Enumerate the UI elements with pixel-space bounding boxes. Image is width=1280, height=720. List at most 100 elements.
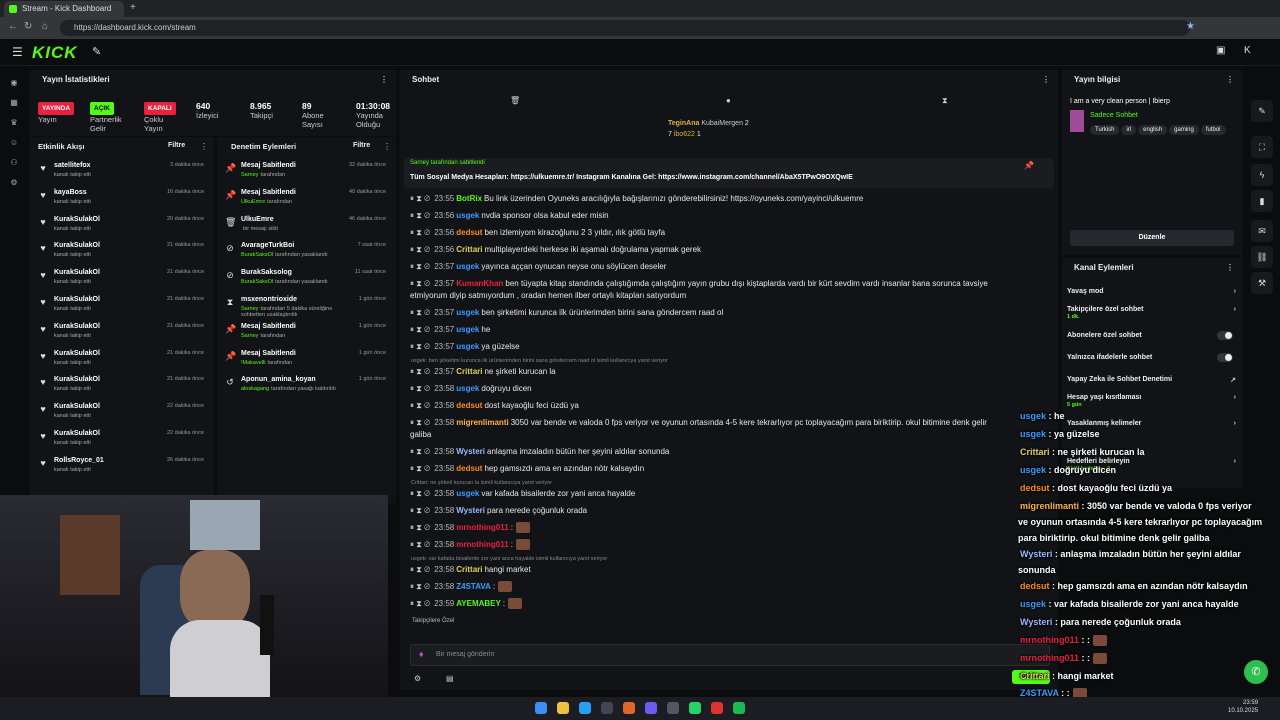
pin-icon[interactable]: 📌 (1024, 161, 1034, 170)
settings-link-icon[interactable]: ⚙ (414, 674, 421, 683)
activity-user[interactable]: KurakSulakOl (54, 350, 100, 357)
moderation-target[interactable]: Mesaj Sabitlendi (241, 323, 296, 330)
users-icon[interactable]: ☺ (9, 138, 19, 148)
activity-user[interactable]: RollsRoyce_01 (54, 457, 104, 464)
message-user[interactable]: dedsut (456, 464, 482, 473)
moderation-target[interactable]: msxenontrioxide (241, 296, 297, 303)
chat-bubble-icon[interactable]: ● (726, 96, 731, 105)
activity-user[interactable]: KurakSulakOl (54, 403, 100, 410)
spotify-icon[interactable] (733, 702, 745, 714)
whatsapp-icon[interactable] (689, 702, 701, 714)
message-user[interactable]: Wysteri (456, 506, 485, 515)
message-actions-icon[interactable]: ⏸ ⧗ ⊘ (410, 279, 430, 288)
moderation-target[interactable]: Mesaj Sabitlendi (241, 162, 296, 169)
activity-item[interactable]: ♥ KurakSulakOl kanalı takip etti 21 dakika … (30, 373, 214, 400)
message-user[interactable]: Crittari (456, 245, 482, 254)
message-user[interactable]: dedsut (456, 401, 482, 410)
message-actions-icon[interactable]: ⏸ ⧗ ⊘ (410, 489, 430, 498)
message-user[interactable]: usgek (456, 262, 479, 271)
chat-menu-icon[interactable]: ⋮ (1042, 70, 1050, 90)
message-actions-icon[interactable]: ⏸ ⧗ ⊘ (410, 565, 430, 574)
moderation-actor[interactable]: aloskagang (241, 386, 269, 392)
moderation-actor[interactable]: !Makavelli (241, 360, 265, 366)
info-menu-icon[interactable]: ⋮ (1226, 70, 1234, 90)
kick-icon[interactable]: K (1244, 45, 1251, 56)
wrench-icon[interactable]: ⚒ (1251, 272, 1273, 294)
moderation-target[interactable]: Mesaj Sabitlendi (241, 189, 296, 196)
moderation-target[interactable]: AvarageTurkBoi (241, 242, 294, 249)
message-actions-icon[interactable]: ⏸ ⧗ ⊘ (410, 211, 430, 220)
moderation-menu-icon[interactable]: ⋮ (383, 142, 391, 151)
activity-user[interactable]: KurakSulakOl (54, 376, 100, 383)
community-icon[interactable]: ⚇ (9, 158, 19, 168)
clip-icon[interactable]: ▮ (1251, 190, 1273, 212)
activity-user[interactable]: KurakSulakOl (54, 269, 100, 276)
emote-icon[interactable]: ♦ (419, 649, 424, 659)
new-tab-icon[interactable]: + (130, 2, 136, 13)
activity-item[interactable]: ♥ RollsRoyce_01 kanalı takip etti 26 dakika… (30, 454, 214, 481)
message-user[interactable]: usgek (456, 384, 479, 393)
message-actions-icon[interactable]: ⏸ ⧗ ⊘ (410, 418, 430, 427)
activity-user[interactable]: KurakSulakOl (54, 242, 100, 249)
activity-item[interactable]: ♥ KurakSulakOl kanalı takip etti 21 dakika … (30, 320, 214, 347)
message-actions-icon[interactable]: ⏸ ⧗ ⊘ (410, 599, 430, 608)
activity-user[interactable]: KurakSulakOl (54, 216, 100, 223)
channel-action-row[interactable]: Takipçilere özel sohbet 1 dk. › (1067, 306, 1239, 320)
trash-icon[interactable]: 🗑 (510, 96, 520, 105)
channel-action-row[interactable]: Hesap yaşı kısıtlaması 5 gün › (1067, 394, 1239, 408)
edit-stream-button[interactable]: Düzenle (1070, 230, 1234, 246)
toggle-switch[interactable] (1217, 353, 1233, 362)
link-icon[interactable]: ⛓ (1251, 246, 1273, 268)
message-actions-icon[interactable]: ⏸ ⧗ ⊘ (410, 194, 430, 203)
activity-user[interactable]: KurakSulakOl (54, 296, 100, 303)
moderation-target[interactable]: UlkuEmre (241, 216, 274, 223)
message-user[interactable]: AYEMABEY (456, 599, 501, 608)
explorer-icon[interactable] (557, 702, 569, 714)
kick-logo[interactable]: KICK (32, 43, 78, 63)
message-user[interactable]: Z4STAVA (456, 582, 491, 591)
message-actions-icon[interactable]: ⏸ ⧗ ⊘ (410, 342, 430, 351)
activity-item[interactable]: ♥ KurakSulakOl kanalı takip etti 21 dakika … (30, 266, 214, 293)
message-user[interactable]: mrnothing011 (456, 523, 508, 532)
message-actions-icon[interactable]: ⏸ ⧗ ⊘ (410, 582, 430, 591)
message-actions-icon[interactable]: ⏸ ⧗ ⊘ (410, 245, 430, 254)
moderation-target[interactable]: Mesaj Sabitlendi (241, 350, 296, 357)
home-icon[interactable]: ⌂ (42, 21, 48, 32)
support-chat-icon[interactable]: ✆ (1244, 660, 1268, 684)
reload-icon[interactable]: ↻ (24, 21, 32, 32)
activity-item[interactable]: ♥ KurakSulakOl kanalı takip etti 20 dakika … (30, 213, 214, 240)
moderation-target[interactable]: BurakSaksolog (241, 269, 292, 276)
message-user[interactable]: Wysteri (456, 447, 485, 456)
trophy-icon[interactable]: ♛ (9, 118, 19, 128)
message-user[interactable]: dedsut (456, 228, 482, 237)
message-user[interactable]: Crittari (456, 367, 482, 376)
stream-icon[interactable]: ◉ (9, 78, 19, 88)
message-user[interactable]: usgek (456, 342, 479, 351)
flash-icon[interactable]: ϟ (1251, 164, 1273, 186)
stats-menu-icon[interactable]: ⋮ (380, 70, 388, 90)
activity-item[interactable]: ♥ KurakSulakOl kanalı takip etti 21 dakika … (30, 239, 214, 266)
moderation-actor[interactable]: Sarney (241, 333, 258, 339)
toggle-switch[interactable] (1217, 331, 1233, 340)
edit-icon[interactable]: ✎ (1251, 100, 1273, 122)
activity-filter-button[interactable]: Filtre (168, 142, 185, 149)
message-user[interactable]: usgek (456, 325, 479, 334)
browser-tab[interactable]: Stream - Kick Dashboard (4, 1, 124, 17)
message-user[interactable]: usgek (456, 489, 479, 498)
message-user[interactable]: BotRix (456, 194, 482, 203)
actions-menu-icon[interactable]: ⋮ (1226, 258, 1234, 278)
expand-icon[interactable]: ⛶ (1251, 136, 1273, 158)
activity-item[interactable]: ♥ KurakSulakOl kanalı takip etti 22 dakika … (30, 400, 214, 427)
activity-item[interactable]: ♥ KurakSulakOl kanalı takip etti 21 dakika … (30, 293, 214, 320)
message-actions-icon[interactable]: ⏸ ⧗ ⊘ (410, 540, 430, 549)
message-actions-icon[interactable]: ⏸ ⧗ ⊘ (410, 523, 430, 532)
activity-user[interactable]: KurakSulakOl (54, 430, 100, 437)
bookmark-star-icon[interactable]: ★ (1186, 21, 1195, 32)
discord-icon[interactable] (645, 702, 657, 714)
app-icon[interactable] (667, 702, 679, 714)
moderation-actor[interactable]: Sarney (241, 172, 258, 178)
message-icon[interactable]: ✉ (1251, 220, 1273, 242)
moderation-actor[interactable]: UlkuEmre (241, 199, 265, 205)
dashboard-icon[interactable]: ▦ (9, 98, 19, 108)
message-user[interactable]: KumanKhan (456, 279, 503, 288)
